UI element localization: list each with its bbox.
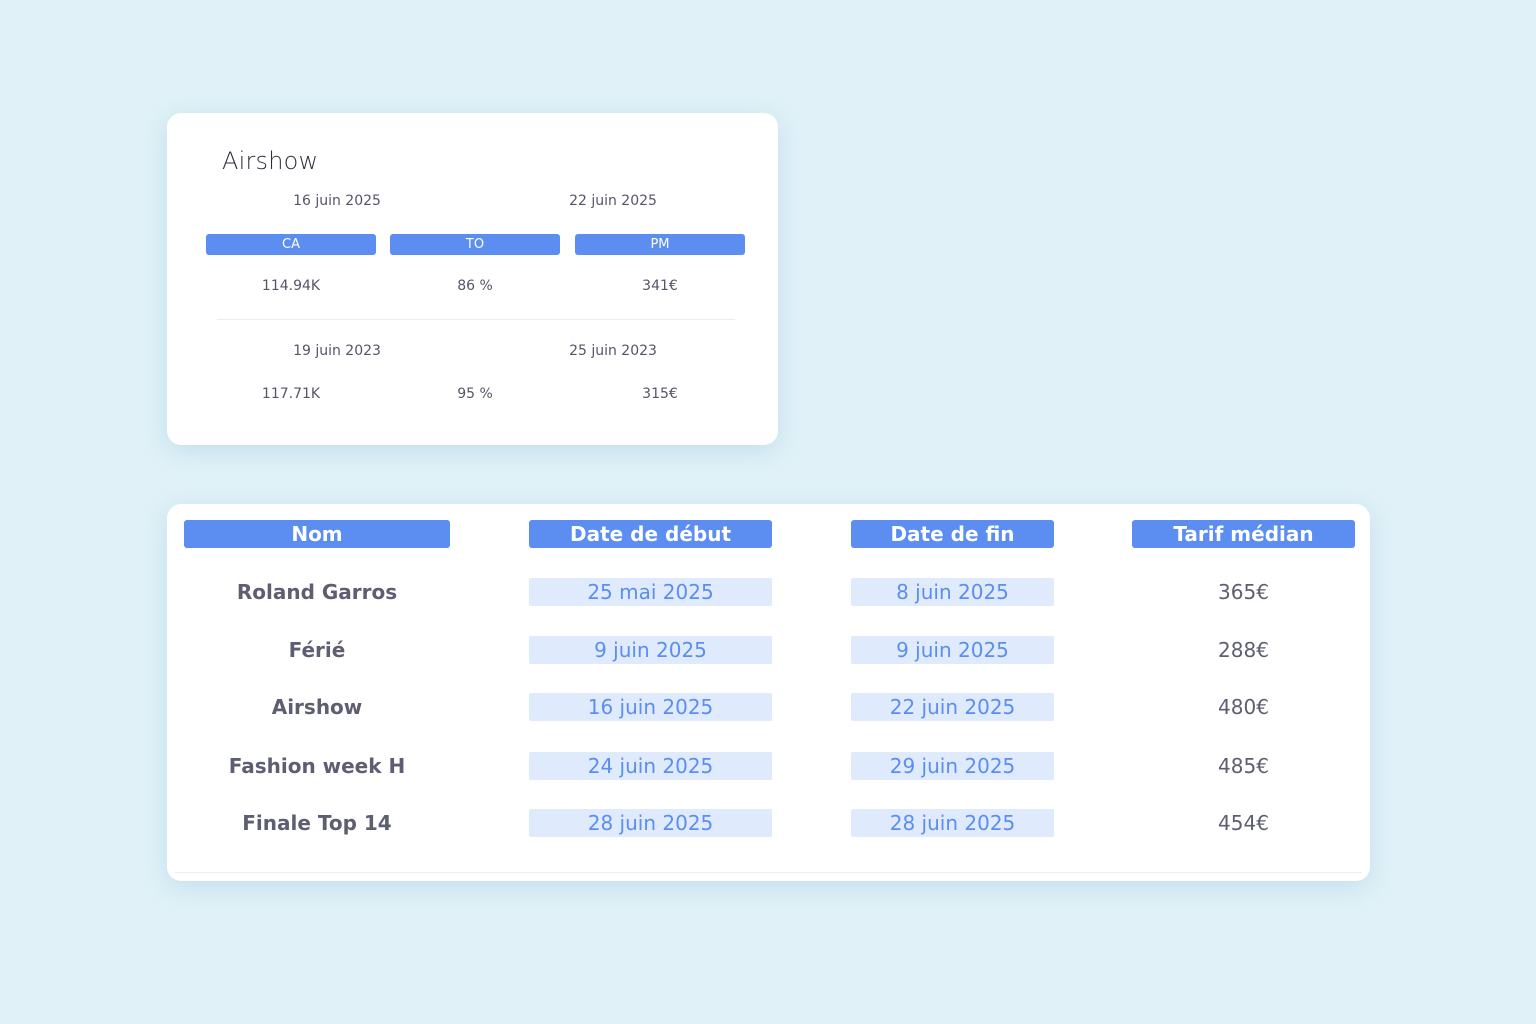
row-end-date: 9 juin 2025 bbox=[851, 636, 1054, 664]
current-period-start-date: 16 juin 2025 bbox=[293, 193, 381, 209]
row-event-name: Roland Garros bbox=[236, 580, 398, 604]
events-table: Nom Date de début Date de fin Tarif médi… bbox=[167, 504, 1370, 881]
row-median-rate: 288€ bbox=[1218, 638, 1269, 662]
previous-period-start-date: 19 juin 2023 bbox=[293, 343, 381, 359]
column-header-name[interactable]: Nom bbox=[184, 520, 450, 548]
metric-label-pm: PM bbox=[575, 234, 745, 255]
current-pm-value: 341€ bbox=[642, 278, 678, 294]
row-event-name: Finale Top 14 bbox=[242, 811, 392, 835]
row-event-name: Airshow bbox=[271, 695, 363, 719]
current-period-end-date: 22 juin 2025 bbox=[569, 193, 657, 209]
row-median-rate: 480€ bbox=[1218, 695, 1269, 719]
previous-to-value: 95 % bbox=[457, 386, 493, 402]
event-title: Airshow bbox=[222, 147, 319, 175]
row-end-date: 22 juin 2025 bbox=[851, 693, 1054, 721]
metric-label-ca: CA bbox=[206, 234, 376, 255]
row-event-name: Férié bbox=[288, 638, 346, 662]
row-start-date: 16 juin 2025 bbox=[529, 693, 772, 721]
previous-ca-value: 117.71K bbox=[261, 386, 321, 402]
period-divider bbox=[217, 319, 735, 320]
row-start-date: 9 juin 2025 bbox=[529, 636, 772, 664]
row-start-date: 25 mai 2025 bbox=[529, 578, 772, 606]
row-end-date: 29 juin 2025 bbox=[851, 752, 1054, 780]
column-header-start-date[interactable]: Date de début bbox=[529, 520, 772, 548]
column-header-end-date[interactable]: Date de fin bbox=[851, 520, 1054, 548]
row-event-name: Fashion week H bbox=[228, 754, 406, 778]
table-bottom-divider bbox=[175, 872, 1362, 873]
event-summary-card: Airshow 16 juin 2025 22 juin 2025 CA TO … bbox=[167, 113, 778, 445]
previous-pm-value: 315€ bbox=[642, 386, 678, 402]
current-ca-value: 114.94K bbox=[261, 278, 321, 294]
row-median-rate: 454€ bbox=[1218, 811, 1269, 835]
metric-label-to: TO bbox=[390, 234, 560, 255]
row-start-date: 28 juin 2025 bbox=[529, 809, 772, 837]
previous-period-end-date: 25 juin 2023 bbox=[569, 343, 657, 359]
row-start-date: 24 juin 2025 bbox=[529, 752, 772, 780]
column-header-median-rate[interactable]: Tarif médian bbox=[1132, 520, 1355, 548]
row-end-date: 8 juin 2025 bbox=[851, 578, 1054, 606]
current-to-value: 86 % bbox=[457, 278, 493, 294]
row-median-rate: 485€ bbox=[1218, 754, 1269, 778]
row-median-rate: 365€ bbox=[1218, 580, 1269, 604]
row-end-date: 28 juin 2025 bbox=[851, 809, 1054, 837]
